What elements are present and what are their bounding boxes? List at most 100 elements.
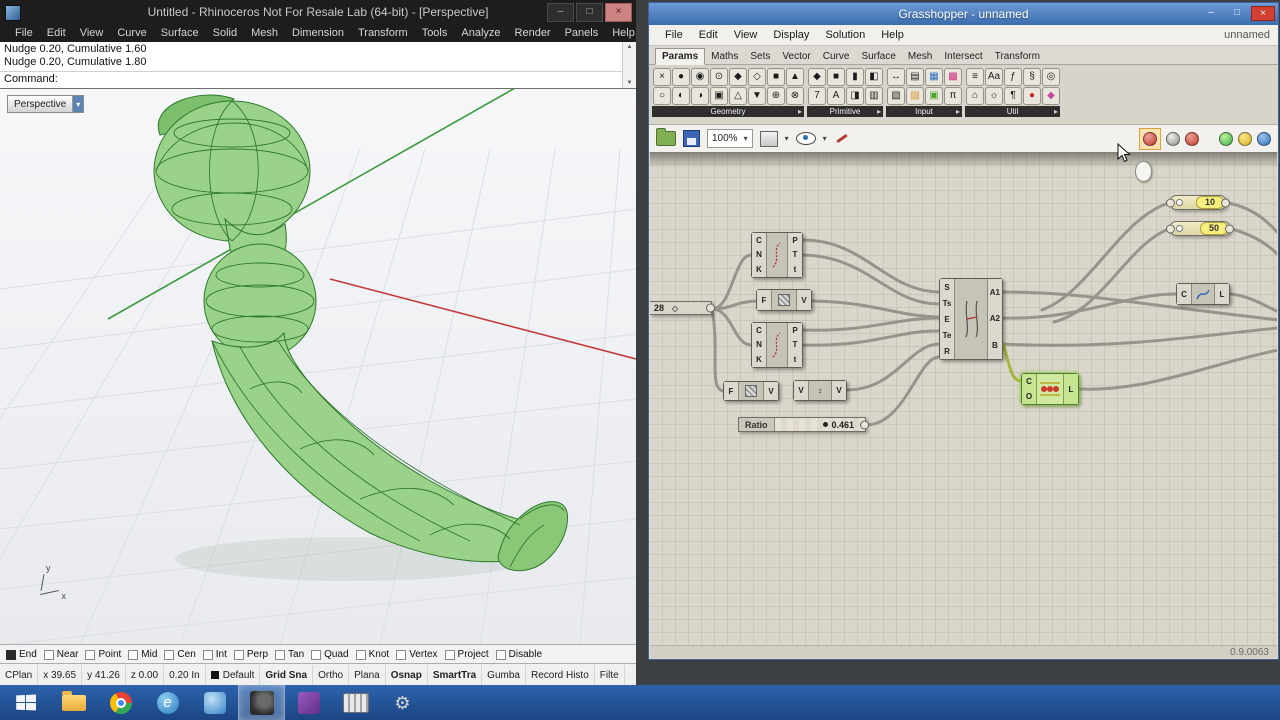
rhino-menu-item[interactable]: View bbox=[73, 26, 111, 40]
open-file-icon[interactable] bbox=[656, 128, 676, 146]
group-expand-icon[interactable]: ▸ bbox=[798, 106, 802, 117]
rhino-menu-item[interactable]: Render bbox=[508, 26, 558, 40]
ribbon-icon[interactable]: ▦ bbox=[925, 68, 943, 86]
osnap-checkbox[interactable]: Project bbox=[444, 649, 489, 661]
input-port[interactable]: N bbox=[756, 250, 762, 259]
ribbon-icon[interactable]: ▣ bbox=[925, 87, 943, 105]
reverse-component[interactable]: V ↕ V bbox=[793, 380, 847, 401]
diamond-grip-icon[interactable]: ◇ bbox=[672, 304, 678, 313]
taskbar-item-video-app[interactable] bbox=[332, 685, 379, 720]
scroll-up-icon[interactable]: ▲ bbox=[627, 43, 633, 51]
output-port[interactable]: L bbox=[1220, 290, 1225, 299]
divide-curve-component-2[interactable]: C N K P T t bbox=[751, 322, 803, 368]
ribbon-icon[interactable]: § bbox=[1023, 68, 1041, 86]
status-segment[interactable]: y 41.26 bbox=[82, 664, 126, 686]
ribbon-icon[interactable]: ◆ bbox=[1042, 87, 1060, 105]
ribbon-icon[interactable]: A bbox=[827, 87, 845, 105]
ribbon-icon[interactable]: ▨ bbox=[906, 87, 924, 105]
number-slider-50[interactable]: 50 bbox=[1169, 221, 1231, 236]
ribbon-icon[interactable]: ▲ bbox=[786, 68, 804, 86]
status-segment[interactable]: Plana bbox=[349, 664, 386, 686]
osnap-checkbox[interactable]: Quad bbox=[311, 649, 349, 661]
ribbon-icon[interactable]: ◑ bbox=[691, 87, 709, 105]
grasshopper-menu-item[interactable]: Display bbox=[765, 27, 817, 43]
input-port[interactable]: Ts bbox=[943, 299, 952, 308]
ribbon-icon[interactable]: ◨ bbox=[846, 87, 864, 105]
component-tab[interactable]: Surface bbox=[855, 49, 901, 64]
start-button[interactable] bbox=[0, 685, 50, 720]
taskbar-item-rhino[interactable] bbox=[238, 685, 285, 720]
osnap-checkbox[interactable]: Point bbox=[85, 649, 121, 661]
status-segment[interactable]: x 39.65 bbox=[38, 664, 83, 686]
input-port[interactable]: C bbox=[1181, 290, 1187, 299]
ribbon-group-label[interactable]: Geometry ▸ bbox=[652, 106, 804, 117]
input-port[interactable]: N bbox=[756, 340, 762, 349]
input-port[interactable]: E bbox=[944, 315, 949, 324]
grasshopper-menu-item[interactable]: Solution bbox=[817, 27, 873, 43]
ribbon-icon[interactable]: × bbox=[653, 68, 671, 86]
perspective-viewport[interactable]: Perspective ▾ y x bbox=[0, 88, 636, 645]
output-port[interactable]: B bbox=[992, 341, 998, 350]
status-segment[interactable]: Grid Sna bbox=[260, 664, 314, 686]
preview-eye-icon[interactable] bbox=[795, 132, 816, 145]
output-port[interactable]: V bbox=[801, 296, 806, 305]
ribbon-icon[interactable]: ● bbox=[1023, 87, 1041, 105]
status-segment[interactable]: Gumba bbox=[482, 664, 526, 686]
slider-grip[interactable] bbox=[1176, 225, 1183, 232]
component-tab[interactable]: Sets bbox=[744, 49, 776, 64]
ribbon-icon[interactable]: ▣ bbox=[710, 87, 728, 105]
command-scrollbar[interactable]: ▲ ▼ bbox=[622, 42, 636, 88]
scroll-down-icon[interactable]: ▼ bbox=[627, 79, 633, 87]
rhino-menu-item[interactable]: Solid bbox=[206, 26, 244, 40]
component-tab[interactable]: Curve bbox=[817, 49, 856, 64]
ribbon-icon[interactable]: ▧ bbox=[887, 87, 905, 105]
ribbon-icon[interactable]: ▤ bbox=[906, 68, 924, 86]
ribbon-icon[interactable]: △ bbox=[729, 87, 747, 105]
ribbon-icon[interactable]: ◇ bbox=[748, 68, 766, 86]
ribbon-icon[interactable]: ⌂ bbox=[966, 87, 984, 105]
output-port[interactable]: V bbox=[836, 386, 841, 395]
ribbon-icon[interactable]: ▮ bbox=[846, 68, 864, 86]
input-port[interactable]: F bbox=[729, 387, 734, 396]
component-tab[interactable]: Transform bbox=[989, 49, 1046, 64]
command-area[interactable]: Nudge 0.20, Cumulative 1.60 Nudge 0.20, … bbox=[0, 42, 636, 89]
grasshopper-titlebar[interactable]: Grasshopper - unnamed – □ × bbox=[649, 3, 1278, 25]
status-segment[interactable]: Ortho bbox=[313, 664, 350, 686]
ribbon-icon[interactable]: π bbox=[944, 87, 962, 105]
ribbon-icon[interactable]: ▥ bbox=[865, 87, 883, 105]
preview-wireframe-icon[interactable] bbox=[1166, 132, 1180, 146]
ribbon-icon[interactable]: ■ bbox=[827, 68, 845, 86]
rhino-titlebar[interactable]: Untitled - Rhinoceros Not For Resale Lab… bbox=[0, 0, 636, 24]
component-tab[interactable]: Mesh bbox=[902, 49, 938, 64]
component-tab[interactable]: Params bbox=[655, 48, 706, 65]
output-port[interactable]: T bbox=[793, 250, 798, 259]
ribbon-group-label[interactable]: Util ▸ bbox=[965, 106, 1060, 117]
rhino-menu-item[interactable]: Edit bbox=[40, 26, 73, 40]
flatten-component-2[interactable]: F V bbox=[723, 381, 779, 401]
input-port[interactable]: C bbox=[1026, 377, 1032, 386]
grasshopper-canvas[interactable]: 10 50 28 ◇ C N K P T t C N K P T t F V F… bbox=[650, 152, 1277, 645]
group-expand-icon[interactable]: ▸ bbox=[877, 106, 881, 117]
close-button[interactable]: × bbox=[1251, 6, 1275, 21]
ribbon-icon[interactable]: ⊙ bbox=[710, 68, 728, 86]
osnap-checkbox[interactable]: Near bbox=[43, 649, 78, 661]
output-port[interactable]: P bbox=[792, 326, 797, 335]
ribbon-icon[interactable]: ◉ bbox=[691, 68, 709, 86]
taskbar-item-explorer[interactable] bbox=[50, 685, 97, 720]
maximize-button[interactable]: □ bbox=[1225, 6, 1249, 21]
ratio-grip[interactable] bbox=[822, 422, 828, 427]
rhino-menu-item[interactable]: Curve bbox=[110, 26, 153, 40]
ribbon-icon[interactable]: ¶ bbox=[1004, 87, 1022, 105]
maximize-button[interactable]: □ bbox=[576, 3, 603, 22]
close-button[interactable]: × bbox=[605, 3, 632, 22]
status-segment[interactable]: Osnap bbox=[386, 664, 428, 686]
zoom-select[interactable]: 100% ▾ bbox=[707, 129, 753, 148]
ribbon-icon[interactable]: ↔ bbox=[887, 68, 905, 86]
zoom-extents-icon[interactable] bbox=[759, 130, 778, 147]
ribbon-group-label[interactable]: Input ▸ bbox=[886, 106, 962, 117]
paintbrush-icon[interactable] bbox=[834, 131, 849, 146]
osnap-checkbox[interactable]: Cen bbox=[164, 649, 196, 661]
rhino-menu-item[interactable]: Transform bbox=[351, 26, 415, 40]
rhino-menu-item[interactable]: Tools bbox=[415, 26, 455, 40]
quality-medium-icon[interactable] bbox=[1238, 132, 1252, 146]
